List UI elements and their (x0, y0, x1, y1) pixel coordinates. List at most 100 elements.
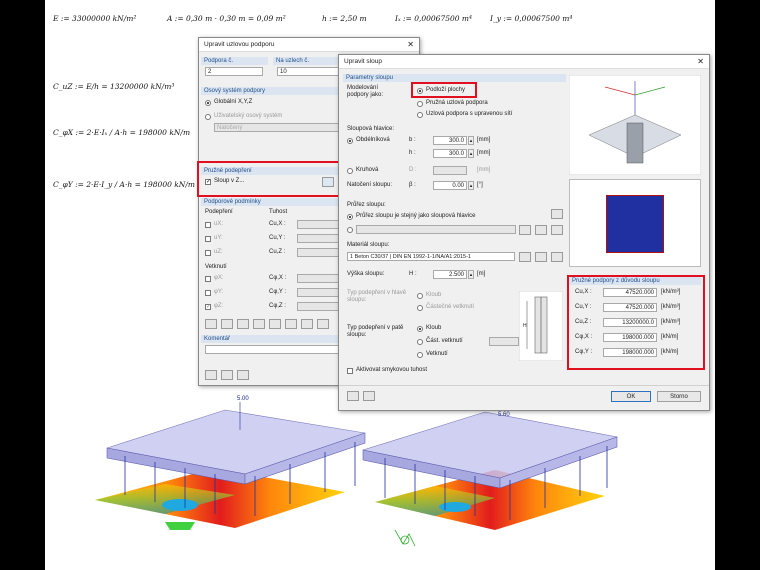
tool-icon-5[interactable] (269, 319, 281, 329)
close-icon[interactable]: ✕ (407, 40, 414, 49)
units-icon[interactable] (237, 370, 249, 380)
adjusted-mesh-radio[interactable] (417, 112, 423, 118)
b-field[interactable]: 300.0 (433, 136, 467, 145)
phiy-checkbox[interactable] (205, 290, 211, 296)
tool-icon-4[interactable] (253, 319, 265, 329)
phiz-label: φZ: (214, 303, 224, 309)
foot-hinge-radio[interactable] (417, 326, 423, 332)
foot-partial-field[interactable] (489, 337, 519, 346)
conditions-section-header: Podporové podmínky (201, 198, 350, 206)
head-hinge-radio[interactable] (417, 293, 423, 299)
profile-new-icon[interactable] (535, 225, 547, 235)
nodes-field[interactable]: 10 (277, 67, 347, 76)
d-label: D : (409, 167, 417, 173)
elastic-node-radio[interactable] (417, 101, 423, 107)
units-icon[interactable] (363, 391, 375, 401)
profile-lib-icon[interactable] (519, 225, 531, 235)
column-diagram: H (519, 291, 563, 361)
column-dialog-titlebar: Upravit sloup ✕ (339, 55, 709, 69)
global-axis-radio[interactable] (205, 100, 211, 106)
shear-label: Aktivovat smykovou tuhost (356, 367, 428, 373)
phix-checkbox[interactable] (205, 276, 211, 282)
rect-radio[interactable] (347, 138, 353, 144)
shear-checkbox[interactable] (347, 368, 353, 374)
height-field[interactable]: 2.500 (433, 270, 467, 279)
cphix-label: Cφ,X : (269, 275, 287, 281)
info-icon[interactable] (551, 209, 563, 219)
beta-stepper[interactable]: ▴ (468, 181, 474, 190)
h-field[interactable]: 300.0 (433, 149, 467, 158)
uy-checkbox[interactable] (205, 236, 211, 242)
head-type-label: Typ podepření v hlavě sloupu: (347, 290, 407, 303)
ok-button[interactable]: OK (611, 391, 651, 402)
h-unit: [mm] (477, 150, 491, 156)
tool-icon-8[interactable] (317, 319, 329, 329)
elastic-node-label: Pružná uzlová podpora (426, 100, 488, 106)
tool-icon-6[interactable] (285, 319, 297, 329)
rotated-field[interactable]: Natočený (214, 123, 347, 132)
uz-label: uZ: (214, 249, 223, 255)
support-no-label: Podpora č. (201, 57, 268, 65)
phiz-checkbox[interactable]: ✓ (205, 304, 211, 310)
height-unit: [m] (477, 271, 486, 277)
uz-checkbox[interactable] (205, 250, 211, 256)
rotation-label: Natočení sloupu: (347, 182, 393, 188)
beta-field[interactable]: 0.00 (433, 181, 467, 190)
profile-edit-icon[interactable] (551, 225, 563, 235)
cancel-button[interactable]: Storno (657, 391, 701, 402)
supported-label: Podepření (205, 209, 233, 215)
profile-field[interactable] (356, 225, 516, 234)
formula-cuz: C_uZ := E/h = 13200000 kN/m³ (53, 82, 175, 91)
material-edit-icon[interactable] (551, 252, 563, 262)
uy-label: uY: (214, 235, 223, 241)
height-h-label: H : (409, 271, 417, 277)
tool-icon-2[interactable] (221, 319, 233, 329)
axis-section-header: Osový systém podpory (201, 87, 350, 95)
user-axis-radio[interactable] (205, 114, 211, 120)
phiy-label: φY: (214, 289, 224, 295)
comment-field[interactable] (205, 345, 347, 354)
cphiz-label: Cφ,Z : (269, 303, 286, 309)
tool-icon-7[interactable] (301, 319, 313, 329)
tool-icon-3[interactable] (237, 319, 249, 329)
h-stepper[interactable]: ▴ (468, 149, 474, 158)
foot-type-label: Typ podepření v patě sloupu: (347, 325, 404, 338)
b-unit: [mm] (477, 137, 491, 143)
close-icon[interactable]: ✕ (697, 57, 704, 66)
help-icon[interactable] (347, 391, 359, 401)
cuy-label: Cu,Y : (269, 235, 286, 241)
foot-fixed-label: Vetknutí (426, 351, 448, 357)
right-load-box (362, 411, 619, 479)
b-stepper[interactable]: ▴ (468, 136, 474, 145)
nodes-label: Na uzlech č. (273, 57, 346, 65)
material-new-icon[interactable] (535, 252, 547, 262)
b-label: b : (409, 137, 416, 143)
help-icon[interactable] (205, 370, 217, 380)
params-section-header: Parametry sloupu (343, 74, 566, 82)
formula-cphiy: C_φY := 2·E·I_y / A·h = 198000 kN/m (53, 180, 196, 189)
formula-h: h := 2,50 m (322, 14, 367, 23)
material-lib-icon[interactable] (519, 252, 531, 262)
user-axis-label: Uživatelský osový systém (214, 113, 283, 119)
phix-label: φX: (214, 275, 224, 281)
cuz-label: Cu,Z : (269, 249, 286, 255)
modeling-label: Modelování podpory jako: (347, 85, 384, 98)
ux-checkbox[interactable] (205, 222, 211, 228)
material-select[interactable]: 1 Beton C30/37 | DIN EN 1992-1-1/NA/A1:2… (347, 252, 515, 261)
beta-label: β : (409, 182, 416, 188)
tool-icon-1[interactable] (205, 319, 217, 329)
foot-fixed-radio[interactable] (417, 352, 423, 358)
head-partial-radio[interactable] (417, 305, 423, 311)
height-stepper[interactable]: ▴ (468, 270, 474, 279)
foot-partial-label: Část. vetknutí (426, 338, 463, 344)
foot-partial-radio[interactable] (417, 339, 423, 345)
round-radio[interactable] (347, 168, 353, 174)
right-support-zone (439, 502, 471, 512)
d-field[interactable] (433, 166, 467, 175)
edit-icon[interactable] (221, 370, 233, 380)
profile-other-radio[interactable] (347, 227, 353, 233)
left-support-zone (162, 499, 198, 511)
right-load-value: 5.60 (498, 412, 510, 418)
support-no-field[interactable]: 2 (205, 67, 263, 76)
profile-same-radio[interactable] (347, 214, 353, 220)
